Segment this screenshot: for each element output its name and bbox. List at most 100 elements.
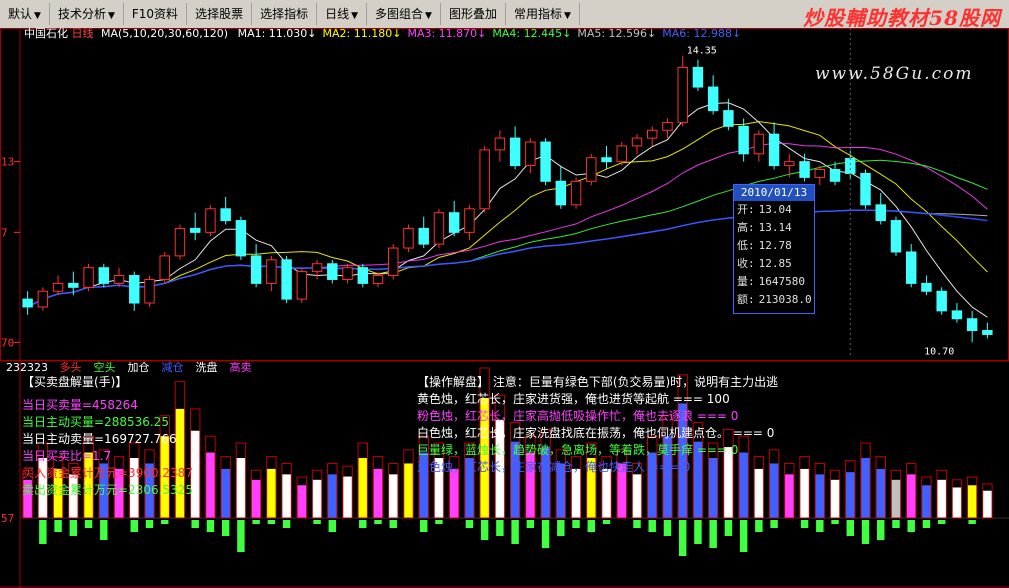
volume-negative-bar (892, 520, 900, 528)
legend-item: 加仓 (127, 361, 150, 374)
candle-body (220, 208, 231, 222)
volume-negative-bar (465, 520, 474, 528)
candle-body (677, 66, 688, 123)
toolbar-button-2[interactable]: F10资料 (124, 3, 188, 25)
sub-header: 232323 多头 空头 加仓 减仓 洗盘 高卖 (6, 359, 272, 374)
tooltip-row: 低: 12.78 (734, 237, 814, 255)
volume-bar (799, 468, 810, 518)
toolbar-button-7[interactable]: 图形叠加 (441, 3, 506, 25)
candle-body (966, 318, 978, 332)
chart-area[interactable]: 13 7 70 14.35 10.70 57 中国石化 日线 MA(5,10,20,30,… (0, 27, 1009, 588)
candle-body (814, 169, 826, 178)
volume-negative-bar (130, 520, 138, 532)
low-price-label: 10.70 (924, 346, 954, 357)
candle-body (921, 282, 932, 292)
volume-bar (297, 485, 307, 518)
legend-item: 多头 (59, 361, 82, 374)
volume-negative-bar (161, 520, 169, 524)
volume-bar (571, 468, 581, 518)
candle-body (281, 259, 292, 300)
candle-body (540, 141, 551, 182)
volume-negative-bar (663, 520, 672, 536)
toolbar-button-label: 选择指标 (260, 7, 309, 21)
volume-negative-bar (84, 520, 93, 528)
candle-body (494, 137, 506, 151)
volume-negative-bar (739, 520, 748, 552)
volume-bar (906, 474, 916, 518)
volume-negative-bar (648, 520, 656, 532)
candle-body (83, 267, 94, 288)
volume-negative-bar (755, 520, 763, 532)
candle-body (784, 161, 795, 167)
volume-negative-bar (496, 520, 504, 536)
volume-negative-bar (389, 520, 397, 528)
toolbar-button-8[interactable]: 常用指标 ▼ (506, 3, 580, 25)
panel-line: 当日买卖比=1.7 (22, 449, 112, 463)
toolbar-button-1[interactable]: 技术分析 ▼ (50, 3, 124, 25)
operation-title: 【操作解盘】 注意：巨量有绿色下部(负交易量)时，说明有主力出逃 (417, 375, 779, 389)
candle-body (235, 220, 247, 257)
chevron-down-icon: ▼ (425, 11, 432, 21)
ma-value-5: MA5: 12.596↓ (577, 27, 657, 40)
toolbar-button-4[interactable]: 选择指标 (252, 3, 318, 25)
tooltip-value: 13.14 (758, 221, 792, 234)
stock-name: 中国石化 (24, 27, 68, 40)
volume-bar (327, 474, 338, 518)
candle-body (266, 259, 277, 284)
ma-value-1: MA1: 11.030↓ (237, 27, 317, 40)
toolbar-button-5[interactable]: 日线 ▼ (317, 3, 368, 25)
volume-negative-bar (937, 520, 946, 524)
toolbar-button-0[interactable]: 默认 ▼ (0, 3, 50, 25)
volume-bar (449, 468, 459, 518)
toolbar-button-label: 日线 (325, 7, 350, 21)
volume-bar (236, 458, 246, 518)
toolbar-button-6[interactable]: 多图组合 ▼ (367, 3, 441, 25)
volume-negative-bar (557, 520, 565, 536)
candle-body (601, 157, 612, 163)
panel-line: 粉色烛，红芯长，庄家高抛低吸操作忙，俺也去逐浪 === 0 (417, 409, 739, 423)
candle-body (205, 208, 216, 233)
buy-sell-panel: 【买卖盘解量(手)】 当日买卖量=458264 当日主动买量=288536.25 当… (22, 374, 193, 499)
volume-negative-bar (633, 520, 641, 528)
ma-value-2: MA2: 11.180↓ (322, 27, 402, 40)
volume-bar (936, 479, 947, 518)
kline-chart[interactable]: 13 7 70 14.35 10.70 57 (0, 28, 1009, 588)
volume-bar (358, 458, 368, 518)
candle-body (37, 290, 49, 308)
panel-line: 当日主动买量=288536.25 (22, 415, 169, 429)
toolbar-button-3[interactable]: 选择股票 (187, 3, 253, 25)
tooltip-row: 收: 12.85 (734, 255, 814, 273)
volume-negative-bar (313, 520, 321, 524)
volume-negative-bar (770, 520, 778, 528)
volume-negative-bar (435, 520, 443, 524)
tooltip-date: 2010/01/13 (734, 185, 814, 201)
volume-negative-bar (267, 520, 276, 524)
candle-body (982, 330, 993, 335)
tooltip-value: 13.04 (758, 203, 792, 216)
candle-body (829, 169, 841, 182)
tooltip-value: 12.78 (758, 239, 792, 252)
ma-line-4 (27, 159, 988, 308)
candle-body (723, 110, 734, 127)
candle-body (327, 263, 338, 280)
volume-bar (891, 479, 901, 518)
volume-bar (982, 490, 993, 518)
volume-bar (251, 479, 261, 518)
volume-negative-bar (816, 520, 824, 532)
volume-negative-bar (100, 520, 108, 540)
candle-body (113, 275, 125, 284)
candle-body (631, 137, 643, 147)
volume-negative-bar (374, 520, 382, 524)
chevron-down-icon: ▼ (564, 11, 571, 21)
ma-value-3: MA3: 11.870↓ (407, 27, 487, 40)
volume-bar (967, 485, 977, 518)
volume-negative-bar (328, 520, 337, 532)
volume-negative-bar (480, 520, 489, 540)
watermark-title: 炒股輔助教材58股网 (803, 2, 1001, 31)
high-price-label: 14.35 (687, 46, 717, 57)
legend-item: 洗盘 (195, 361, 218, 374)
candle-body (144, 278, 155, 304)
volume-negative-bar (968, 520, 976, 524)
panel-line: 蓝色烛，红芯长，庄家在减仓，俺也快走人 === 0 (417, 460, 691, 474)
candle-body (433, 212, 445, 245)
